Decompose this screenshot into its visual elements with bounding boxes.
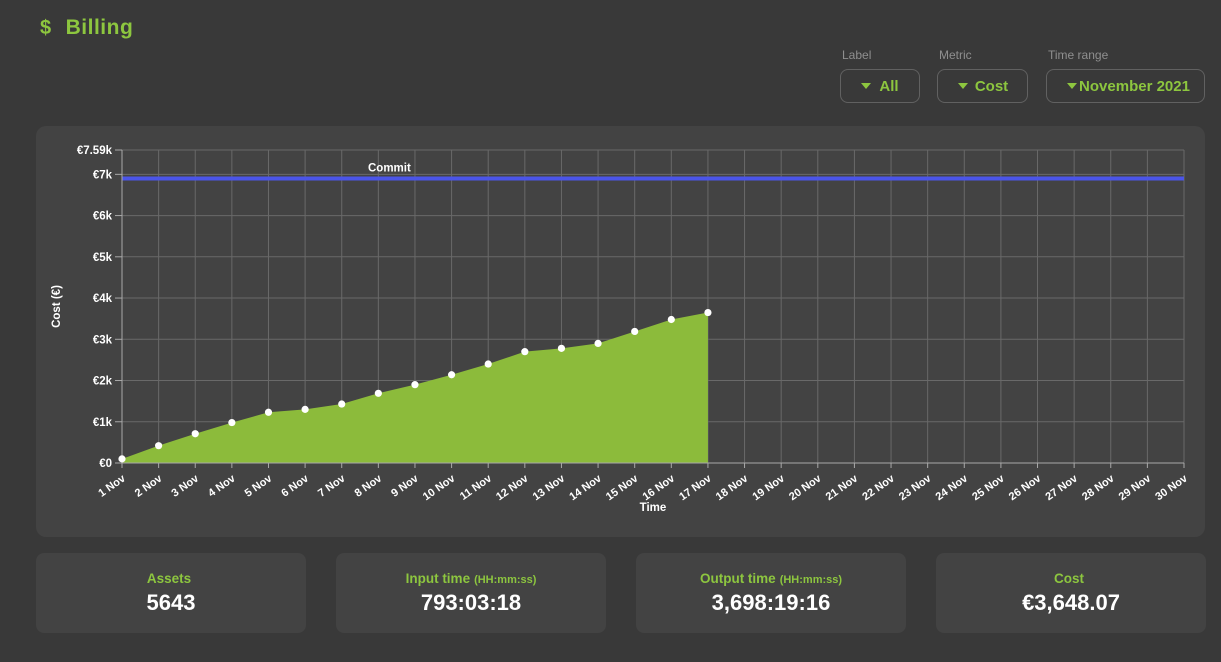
stat-card-cost: Cost €3,648.07 xyxy=(936,553,1206,633)
x-tick-label: 11 Nov xyxy=(458,472,495,503)
data-point xyxy=(631,328,638,335)
stat-card-assets: Assets 5643 xyxy=(36,553,306,633)
x-tick-label: 14 Nov xyxy=(567,472,604,503)
chart-panel: Commit €0 €1k €2k €3k €4k €5k €6k €7k €7.59k 1 Nov… xyxy=(36,126,1205,537)
data-point xyxy=(265,409,272,416)
filter-time-caption: Time range xyxy=(1046,48,1205,62)
label-dropdown-value: All xyxy=(871,78,907,95)
stat-card-output-time: Output time (HH:mm:ss) 3,698:19:16 xyxy=(636,553,906,633)
stat-value: 5643 xyxy=(147,590,196,616)
y-tick-label: €5k xyxy=(93,252,113,264)
stat-label-text: Input time xyxy=(406,571,471,586)
y-tick-label: €7.59k xyxy=(77,145,113,157)
x-tick-label: 17 Nov xyxy=(677,472,714,503)
filter-metric-caption: Metric xyxy=(937,48,1028,62)
x-tick-label: 22 Nov xyxy=(860,472,897,503)
x-tick-label: 30 Nov xyxy=(1153,472,1190,503)
stat-label-text: Output time xyxy=(700,571,776,586)
x-tick-label: 5 Nov xyxy=(243,472,275,500)
data-point xyxy=(228,419,235,426)
time-range-dropdown-value: November 2021 xyxy=(1077,78,1192,95)
data-point xyxy=(448,371,455,378)
x-tick-label: 20 Nov xyxy=(787,472,824,503)
data-point xyxy=(521,348,528,355)
x-tick-label: 21 Nov xyxy=(824,472,861,503)
x-tick-label: 9 Nov xyxy=(389,472,421,500)
metric-dropdown[interactable]: Cost xyxy=(937,69,1028,103)
page-title-text: Billing xyxy=(66,16,134,40)
stat-label: Cost xyxy=(1054,571,1088,586)
x-tick-label: 27 Nov xyxy=(1043,472,1080,503)
data-point xyxy=(558,345,565,352)
y-tick-label: €6k xyxy=(93,211,113,223)
chevron-down-icon xyxy=(1067,83,1077,89)
commit-label: Commit xyxy=(368,162,411,174)
x-tick-label: 19 Nov xyxy=(750,472,787,503)
y-tick-label: €1k xyxy=(93,417,113,429)
x-tick-label: 28 Nov xyxy=(1080,472,1117,503)
time-range-dropdown[interactable]: November 2021 xyxy=(1046,69,1205,103)
stat-value: 793:03:18 xyxy=(421,590,521,616)
data-point xyxy=(192,430,199,437)
x-axis-title: Time xyxy=(640,502,667,514)
stat-label-text: Assets xyxy=(147,571,191,586)
x-tick-label: 25 Nov xyxy=(970,472,1007,503)
data-point xyxy=(302,406,309,413)
x-tick-label: 12 Nov xyxy=(494,472,531,503)
data-point xyxy=(411,381,418,388)
x-tick-label: 10 Nov xyxy=(421,472,458,503)
label-dropdown[interactable]: All xyxy=(840,69,920,103)
stat-label-text: Cost xyxy=(1054,571,1084,586)
data-point xyxy=(375,390,382,397)
data-point xyxy=(668,316,675,323)
x-tick-label: 13 Nov xyxy=(531,472,568,503)
stat-value: 3,698:19:16 xyxy=(712,590,831,616)
stat-value: €3,648.07 xyxy=(1022,590,1120,616)
filter-label-caption: Label xyxy=(840,48,920,62)
page-title: $ Billing xyxy=(40,16,133,40)
chevron-down-icon xyxy=(861,83,871,89)
stats-row: Assets 5643 Input time(HH:mm:ss) 793:03:… xyxy=(36,553,1206,633)
x-tick-label: 6 Nov xyxy=(279,472,311,500)
x-tick-label: 29 Nov xyxy=(1117,472,1154,503)
y-tick-label: €3k xyxy=(93,334,113,346)
chevron-down-icon xyxy=(958,83,968,89)
filter-group-time-range: Time range November 2021 xyxy=(1046,48,1205,103)
x-tick-label: 2 Nov xyxy=(133,472,165,500)
x-tick-label: 16 Nov xyxy=(641,472,678,503)
stat-label: Output time (HH:mm:ss) xyxy=(700,571,842,586)
stat-label: Input time(HH:mm:ss) xyxy=(406,571,537,586)
stat-card-input-time: Input time(HH:mm:ss) 793:03:18 xyxy=(336,553,606,633)
x-tick-label: 15 Nov xyxy=(604,472,641,503)
x-tick-label: 7 Nov xyxy=(316,472,348,500)
data-point xyxy=(485,360,492,367)
x-tick-label: 18 Nov xyxy=(714,472,751,503)
metric-dropdown-value: Cost xyxy=(968,78,1015,95)
x-tick-label: 1 Nov xyxy=(96,472,128,500)
x-tick-label: 26 Nov xyxy=(1007,472,1044,503)
stat-unit-text: (HH:mm:ss) xyxy=(474,574,536,586)
cost-area-chart: Commit €0 €1k €2k €3k €4k €5k €6k €7k €7.59k 1 Nov… xyxy=(36,126,1205,537)
filter-group-metric: Metric Cost xyxy=(937,48,1028,103)
y-tick-label: €4k xyxy=(93,293,113,305)
billing-page: $ Billing Label All Metric Cost Time ran… xyxy=(0,0,1221,662)
dollar-icon: $ xyxy=(40,17,52,40)
y-axis-title: Cost (€) xyxy=(51,285,63,328)
y-tick-label: €7k xyxy=(93,169,113,181)
stat-unit-text: (HH:mm:ss) xyxy=(780,574,842,586)
x-tick-label: 23 Nov xyxy=(897,472,934,503)
data-point xyxy=(118,455,125,462)
data-point xyxy=(338,400,345,407)
data-point xyxy=(594,340,601,347)
x-tick-label: 8 Nov xyxy=(353,472,385,500)
x-tick-label: 4 Nov xyxy=(206,472,238,500)
data-point xyxy=(155,442,162,449)
data-point xyxy=(704,309,711,316)
x-tick-label: 3 Nov xyxy=(170,472,202,500)
x-tick-label: 24 Nov xyxy=(934,472,971,503)
y-tick-label: €2k xyxy=(93,376,113,388)
filter-group-label: Label All xyxy=(840,48,920,103)
stat-label: Assets xyxy=(147,571,195,586)
y-tick-label: €0 xyxy=(99,458,112,470)
